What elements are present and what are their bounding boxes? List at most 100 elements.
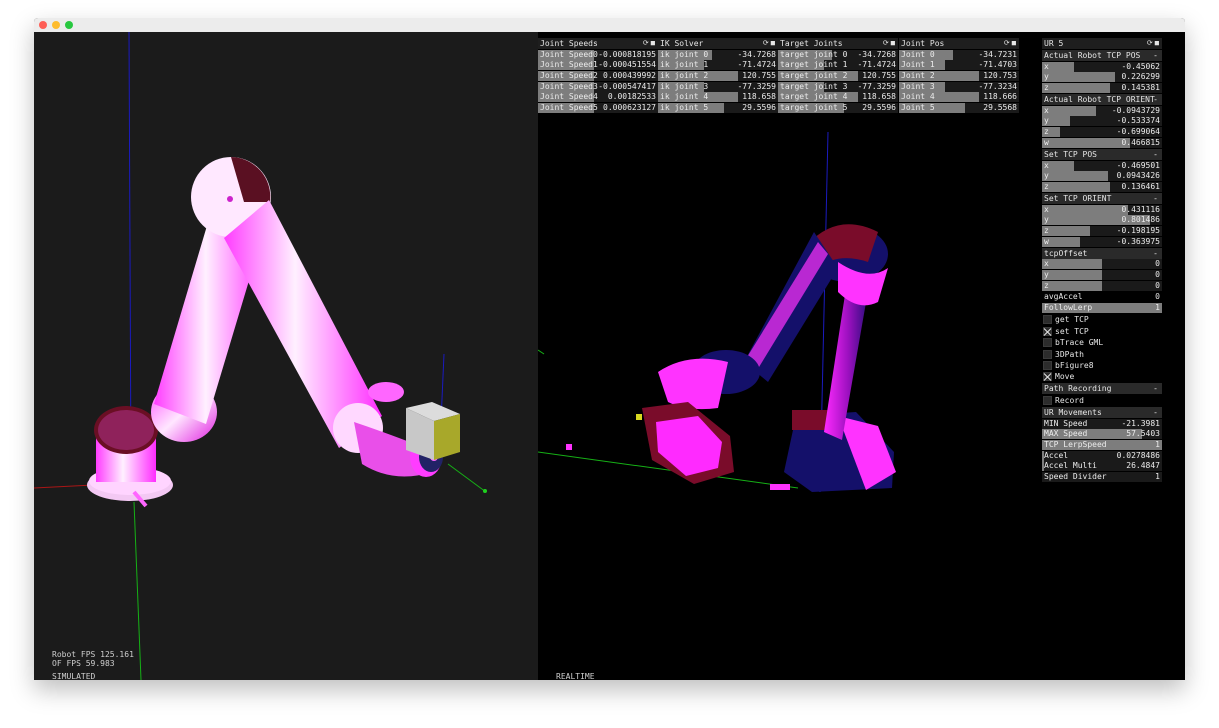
toggle-get-tcp[interactable]: get TCP: [1042, 314, 1162, 325]
joint-pos-slider[interactable]: Joint 5 29.5568: [899, 103, 1019, 114]
refresh-icon[interactable]: ⟳: [643, 40, 649, 47]
ik-joint-slider[interactable]: ik joint 5 29.5596: [658, 103, 778, 114]
toggle-move[interactable]: Move: [1042, 371, 1162, 382]
joint-pos-header[interactable]: Joint Pos ⟳ ■: [899, 38, 1019, 49]
save-icon[interactable]: ■: [1012, 40, 1016, 47]
checkbox-icon[interactable]: [1043, 315, 1052, 325]
collapse-icon[interactable]: -: [1153, 50, 1158, 61]
target-joint-slider[interactable]: target joint 1 -71.4724: [778, 60, 898, 71]
set-tcp-orient-slider[interactable]: y 0.801486: [1042, 215, 1162, 226]
actual-tcp-orient-group[interactable]: Actual Robot TCP ORIENT -: [1042, 94, 1162, 106]
slider-label: ik joint 3: [660, 81, 709, 91]
close-window-button[interactable]: [39, 21, 47, 29]
joint-pos-slider[interactable]: Joint 3 -77.3234: [899, 81, 1019, 92]
actual-tcp-pos-slider[interactable]: y 0.226299: [1042, 72, 1162, 83]
joint-pos-slider[interactable]: Joint 2 120.753: [899, 71, 1019, 82]
ur-movement-slider[interactable]: Speed Divider 1: [1042, 472, 1162, 482]
ur-movement-slider[interactable]: MAX Speed 57.5403: [1042, 429, 1162, 440]
collapse-icon[interactable]: -: [1153, 407, 1158, 418]
ik-solver-header[interactable]: IK Solver ⟳ ■: [658, 38, 778, 49]
refresh-icon[interactable]: ⟳: [763, 40, 769, 47]
set-tcp-orient-slider[interactable]: w -0.363975: [1042, 236, 1162, 247]
toggle-3dpath[interactable]: 3DPath: [1042, 348, 1162, 359]
toggle-btrace-gml[interactable]: bTrace GML: [1042, 337, 1162, 348]
collapse-icon[interactable]: -: [1153, 383, 1158, 394]
actual-tcp-orient-slider[interactable]: y -0.533374: [1042, 116, 1162, 127]
slider-fill: [1042, 259, 1102, 270]
collapse-icon[interactable]: -: [1153, 193, 1158, 204]
save-icon[interactable]: ■: [1155, 40, 1159, 47]
actual-tcp-pos-slider[interactable]: z 0.145381: [1042, 83, 1162, 94]
save-icon[interactable]: ■: [891, 40, 895, 47]
collapse-icon[interactable]: -: [1153, 94, 1158, 105]
target-joint-slider[interactable]: target joint 4 118.658: [778, 92, 898, 103]
checkbox-icon[interactable]: [1043, 372, 1052, 382]
zoom-window-button[interactable]: [65, 21, 73, 29]
target-joint-slider[interactable]: target joint 2 120.755: [778, 71, 898, 82]
slider-label: target joint 1: [780, 60, 848, 70]
set-tcp-pos-slider[interactable]: y 0.0943426: [1042, 171, 1162, 182]
actual-tcp-pos-slider[interactable]: x -0.45062: [1042, 61, 1162, 72]
set-tcp-pos-slider[interactable]: z 0.136461: [1042, 181, 1162, 192]
set-tcp-orient-slider[interactable]: z -0.198195: [1042, 225, 1162, 236]
refresh-icon[interactable]: ⟳: [1004, 40, 1010, 47]
tcp-offset-slider[interactable]: y0: [1042, 270, 1162, 280]
set-tcp-pos-group[interactable]: Set TCP POS -: [1042, 148, 1162, 160]
joint-speed-slider[interactable]: Joint Speed1 -0.000451554: [538, 60, 658, 71]
record-toggle[interactable]: Record: [1042, 394, 1162, 405]
checkbox-icon[interactable]: [1043, 326, 1052, 336]
ur5-header[interactable]: UR 5 ⟳ ■: [1042, 38, 1162, 49]
joint-speed-slider[interactable]: Joint Speed5 0.000623127: [538, 103, 658, 114]
joint-speed-slider[interactable]: Joint Speed3 -0.000547417: [538, 81, 658, 92]
collapse-icon[interactable]: -: [1153, 248, 1158, 259]
ur-movement-slider[interactable]: MIN Speed -21.3981: [1042, 418, 1162, 429]
ik-joint-slider[interactable]: ik joint 2 120.755: [658, 71, 778, 82]
joint-speeds-header[interactable]: Joint Speeds ⟳ ■: [538, 38, 658, 49]
target-joints-header[interactable]: Target Joints ⟳ ■: [778, 38, 898, 49]
tcp-offset-slider[interactable]: z0: [1042, 280, 1162, 291]
simulated-viewport[interactable]: Robot FPS 125.161 OF FPS 59.983 SIMULATE…: [34, 32, 538, 680]
joint-pos-slider[interactable]: Joint 1 -71.4703: [899, 60, 1019, 71]
ik-joint-slider[interactable]: ik joint 0 -34.7268: [658, 49, 778, 60]
path-recording-group[interactable]: Path Recording -: [1042, 383, 1162, 395]
joint-speed-slider[interactable]: Joint Speed2 0.000439992: [538, 71, 658, 82]
ik-joint-slider[interactable]: ik joint 4 118.658: [658, 92, 778, 103]
save-icon[interactable]: ■: [771, 40, 775, 47]
tcp-offset-group[interactable]: tcpOffset -: [1042, 247, 1162, 259]
target-joint-slider[interactable]: target joint 0 -34.7268: [778, 49, 898, 60]
checkbox-icon[interactable]: [1043, 349, 1052, 359]
toggle-set-tcp[interactable]: set TCP: [1042, 326, 1162, 337]
checkbox-icon[interactable]: [1043, 338, 1052, 348]
ur-movement-slider[interactable]: Accel 0.0278486: [1042, 450, 1162, 461]
actual-tcp-orient-slider[interactable]: x -0.0943729: [1042, 105, 1162, 116]
actual-tcp-pos-group[interactable]: Actual Robot TCP POS -: [1042, 50, 1162, 61]
joint-speed-slider[interactable]: Joint Speed0 -0.000818195: [538, 49, 658, 60]
collapse-icon[interactable]: -: [1153, 149, 1158, 160]
refresh-icon[interactable]: ⟳: [1147, 40, 1153, 47]
slider-label: x: [1044, 259, 1049, 269]
joint-speed-slider[interactable]: Joint Speed4 0.00182533: [538, 92, 658, 103]
toggle-bfigure8[interactable]: bFigure8: [1042, 360, 1162, 371]
joint-pos-slider[interactable]: Joint 4 118.666: [899, 92, 1019, 103]
ur-movement-slider[interactable]: Accel Multi 26.4847: [1042, 461, 1162, 472]
ur-movements-group[interactable]: UR Movements -: [1042, 406, 1162, 418]
refresh-icon[interactable]: ⟳: [883, 40, 889, 47]
ik-joint-slider[interactable]: ik joint 3 -77.3259: [658, 81, 778, 92]
set-tcp-orient-group[interactable]: Set TCP ORIENT -: [1042, 192, 1162, 204]
follow-lerp-slider[interactable]: FollowLerp 1: [1042, 303, 1162, 314]
target-joint-slider[interactable]: target joint 5 29.5596: [778, 103, 898, 114]
set-tcp-orient-slider[interactable]: x 0.431116: [1042, 204, 1162, 215]
joint-pos-slider[interactable]: Joint 0 -34.7231: [899, 49, 1019, 60]
actual-tcp-orient-slider[interactable]: w 0.466815: [1042, 137, 1162, 148]
ur-movement-slider[interactable]: TCP LerpSpeed 1: [1042, 439, 1162, 450]
save-icon[interactable]: ■: [651, 40, 655, 47]
set-tcp-pos-slider[interactable]: x -0.469501: [1042, 160, 1162, 171]
checkbox-icon[interactable]: [1043, 395, 1052, 405]
slider-label: ik joint 1: [660, 60, 709, 70]
actual-tcp-orient-slider[interactable]: z -0.699064: [1042, 127, 1162, 138]
checkbox-icon[interactable]: [1043, 360, 1052, 370]
ik-joint-slider[interactable]: ik joint 1 -71.4724: [658, 60, 778, 71]
tcp-offset-slider[interactable]: x0: [1042, 259, 1162, 270]
minimize-window-button[interactable]: [52, 21, 60, 29]
target-joint-slider[interactable]: target joint 3 -77.3259: [778, 81, 898, 92]
